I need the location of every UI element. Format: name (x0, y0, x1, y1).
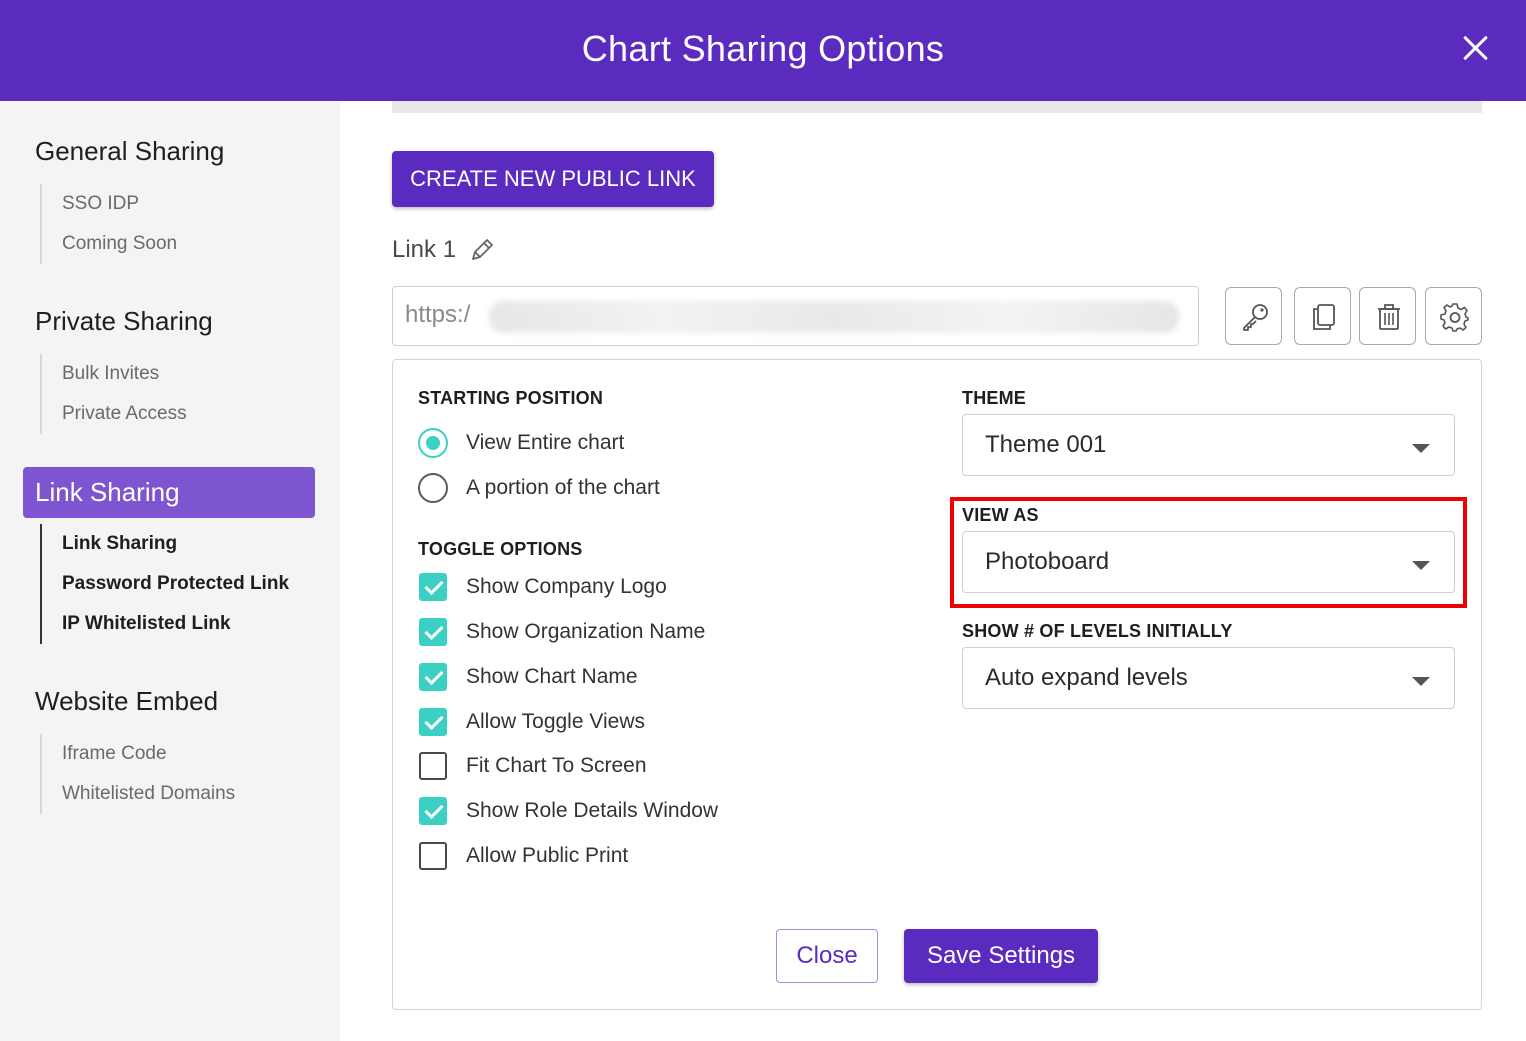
link-name: Link 1 (392, 236, 457, 263)
close-button[interactable]: Close (776, 929, 878, 983)
sidebar-item-sso-idp[interactable]: SSO IDP (42, 184, 177, 224)
public-link-url-field[interactable]: https:/ (392, 286, 1199, 346)
sidebar-item-password-protected-link[interactable]: Password Protected Link (42, 564, 289, 604)
radio-label-view-entire-chart[interactable]: View Entire chart (466, 431, 624, 455)
copy-icon (1313, 304, 1335, 330)
sidebar-group-private-sharing[interactable]: Private Sharing (35, 306, 213, 337)
checkbox-show-role-details-window[interactable] (419, 797, 447, 825)
private-sharing-list: Bulk Invites Private Access (40, 354, 187, 434)
pencil-icon[interactable] (468, 236, 496, 264)
sidebar: General Sharing SSO IDP Coming Soon Priv… (0, 101, 340, 1041)
toggle-options-label: TOGGLE OPTIONS (418, 539, 583, 559)
checkbox-label-allow-toggle-views[interactable]: Allow Toggle Views (466, 710, 645, 734)
sidebar-item-bulk-invites[interactable]: Bulk Invites (42, 354, 187, 394)
url-redacted (489, 301, 1179, 333)
radio-portion-of-chart[interactable] (418, 473, 448, 503)
delete-button[interactable] (1359, 287, 1416, 345)
checkbox-show-company-logo[interactable] (419, 573, 447, 601)
create-public-link-button[interactable]: CREATE NEW PUBLIC LINK (392, 151, 714, 207)
chevron-down-icon (1412, 444, 1430, 453)
sidebar-group-general-sharing[interactable]: General Sharing (35, 136, 224, 167)
link-sharing-list: Link Sharing Password Protected Link IP … (40, 524, 289, 644)
levels-value: Auto expand levels (985, 664, 1188, 691)
checkbox-label-show-chart-name[interactable]: Show Chart Name (466, 665, 638, 689)
theme-select[interactable]: Theme 001 (962, 414, 1455, 476)
theme-label: THEME (962, 388, 1026, 408)
close-icon[interactable] (1458, 30, 1494, 66)
radio-label-portion-of-chart[interactable]: A portion of the chart (466, 476, 660, 500)
checkbox-allow-toggle-views[interactable] (419, 708, 447, 736)
theme-value: Theme 001 (985, 431, 1107, 458)
levels-select[interactable]: Auto expand levels (962, 647, 1455, 709)
starting-position-label: STARTING POSITION (418, 388, 604, 408)
sidebar-item-link-sharing[interactable]: Link Sharing (42, 524, 289, 564)
chevron-down-icon (1412, 677, 1430, 686)
checkbox-show-organization-name[interactable] (419, 618, 447, 646)
save-settings-button[interactable]: Save Settings (904, 929, 1098, 983)
sidebar-group-link-sharing[interactable]: Link Sharing (23, 467, 315, 518)
checkbox-fit-chart-to-screen[interactable] (419, 752, 447, 780)
dialog-title: Chart Sharing Options (581, 28, 945, 69)
key-button[interactable] (1225, 287, 1282, 345)
checkbox-label-show-role-details-window[interactable]: Show Role Details Window (466, 799, 718, 823)
general-sharing-list: SSO IDP Coming Soon (40, 184, 177, 264)
settings-button[interactable] (1425, 287, 1482, 345)
checkbox-label-show-organization-name[interactable]: Show Organization Name (466, 620, 705, 644)
url-prefix: https:/ (405, 301, 471, 328)
sidebar-group-website-embed[interactable]: Website Embed (35, 686, 218, 717)
sidebar-item-iframe-code[interactable]: Iframe Code (42, 734, 235, 774)
copy-button[interactable] (1294, 287, 1351, 345)
dialog-header: Chart Sharing Options (0, 0, 1526, 101)
checkbox-label-allow-public-print[interactable]: Allow Public Print (466, 844, 628, 868)
checkbox-show-chart-name[interactable] (419, 663, 447, 691)
radio-view-entire-chart[interactable] (418, 428, 448, 458)
gear-icon (1440, 303, 1469, 332)
key-icon (1243, 304, 1268, 331)
sidebar-item-private-access[interactable]: Private Access (42, 394, 187, 434)
view-as-highlight-box (950, 497, 1467, 608)
checkbox-label-show-company-logo[interactable]: Show Company Logo (466, 575, 667, 599)
scroll-shadow-strip (392, 101, 1482, 113)
sidebar-item-ip-whitelisted-link[interactable]: IP Whitelisted Link (42, 604, 289, 644)
website-embed-list: Iframe Code Whitelisted Domains (40, 734, 235, 814)
sidebar-item-whitelisted-domains[interactable]: Whitelisted Domains (42, 774, 235, 814)
levels-label: SHOW # OF LEVELS INITIALLY (962, 621, 1233, 641)
checkbox-allow-public-print[interactable] (419, 842, 447, 870)
trash-icon (1378, 304, 1400, 330)
sidebar-item-coming-soon[interactable]: Coming Soon (42, 224, 177, 264)
checkbox-label-fit-chart-to-screen[interactable]: Fit Chart To Screen (466, 754, 647, 778)
